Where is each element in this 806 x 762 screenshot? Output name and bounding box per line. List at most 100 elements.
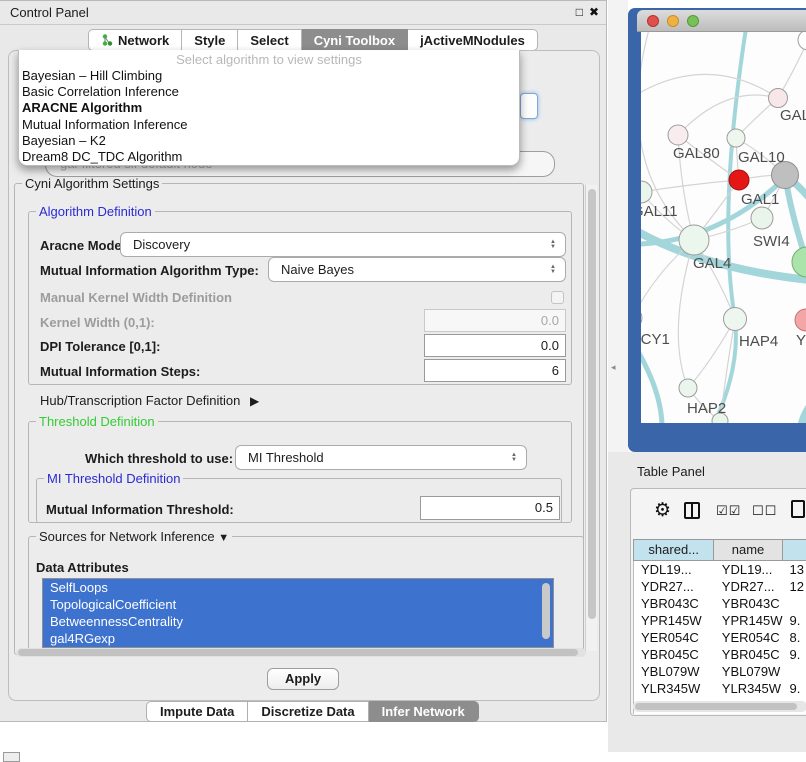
settings-horizontal-scrollbar[interactable] xyxy=(16,648,586,657)
column-header-shared[interactable]: shared... xyxy=(633,539,714,561)
network-node[interactable] xyxy=(679,379,697,397)
network-edge[interactable] xyxy=(641,222,806,282)
network-canvas[interactable]: GALGAL80GAL10GAL1GAL11SWI4GAL4GCY1HAP4YH… xyxy=(641,32,806,423)
splitter-collapse-icon[interactable]: ◂ xyxy=(611,362,616,373)
data-attributes-list[interactable]: SelfLoopsTopologicalCoefficientBetweenne… xyxy=(42,578,554,648)
network-node[interactable] xyxy=(795,309,806,331)
tab-select[interactable]: Select xyxy=(238,29,301,51)
document-icon[interactable] xyxy=(791,500,805,518)
mi-algorithm-type-combobox[interactable]: Naive Bayes ▲▼ xyxy=(268,257,566,282)
algorithm-option[interactable]: Bayesian – K2 xyxy=(19,133,519,149)
which-threshold-combobox[interactable]: MI Threshold ▲▼ xyxy=(235,445,527,470)
table-row[interactable]: YER054CYER054C8. xyxy=(634,629,806,646)
mi-type-label: Mutual Information Algorithm Type: xyxy=(40,263,259,278)
mi-steps-field[interactable]: 6 xyxy=(424,359,566,382)
network-node[interactable] xyxy=(751,207,773,229)
checked-boxes-icon[interactable]: ☑☑ xyxy=(716,503,741,519)
node-label: GAL4 xyxy=(693,255,731,272)
column-header-clipped[interactable] xyxy=(783,539,806,561)
node-label: HAP4 xyxy=(739,333,778,350)
close-window-icon[interactable]: ✖ xyxy=(589,5,599,19)
zoom-traffic-light-icon[interactable] xyxy=(687,15,699,27)
expanded-arrow-icon[interactable]: ▼ xyxy=(218,532,229,544)
collapsed-arrow-icon[interactable]: ▶ xyxy=(244,394,259,408)
attribute-table: shared... name YDL19...YDL19...13YDR27..… xyxy=(633,539,806,714)
combobox-stepper-icon: ▲▼ xyxy=(545,240,565,250)
settings-vertical-scrollbar[interactable] xyxy=(585,185,597,651)
dpi-tolerance-field[interactable]: 0.0 xyxy=(424,334,566,357)
network-window-titlebar[interactable] xyxy=(637,10,806,32)
minimize-traffic-light-icon[interactable] xyxy=(667,15,679,27)
tab-cyni-toolbox[interactable]: Cyni Toolbox xyxy=(302,29,408,51)
table-cell xyxy=(783,663,806,680)
network-node[interactable] xyxy=(641,308,642,328)
tab-style[interactable]: Style xyxy=(182,29,238,51)
tab-discretize-data[interactable]: Discretize Data xyxy=(248,701,368,722)
unchecked-boxes-icon[interactable]: ☐☐ xyxy=(752,503,777,519)
close-traffic-light-icon[interactable] xyxy=(647,15,659,27)
table-cell: 9. xyxy=(783,680,806,697)
table-row[interactable]: YBL079WYBL079W xyxy=(634,663,806,680)
table-cell: YER054C xyxy=(634,629,715,646)
float-window-icon[interactable]: □ xyxy=(576,5,583,19)
algorithm-option[interactable]: ARACNE Algorithm xyxy=(19,100,519,116)
data-attribute-item[interactable]: SelfLoops xyxy=(43,579,553,596)
column-header-name[interactable]: name xyxy=(714,539,782,561)
aracne-mode-combobox[interactable]: Discovery ▲▼ xyxy=(120,232,566,257)
data-attribute-item[interactable]: TopologicalCoefficient xyxy=(43,596,553,613)
mi-threshold-field[interactable]: 0.5 xyxy=(420,496,560,520)
network-edge[interactable] xyxy=(678,240,694,388)
network-node[interactable] xyxy=(727,129,745,147)
tab-network[interactable]: Network xyxy=(88,29,182,51)
bottom-left-panel-icon[interactable] xyxy=(3,752,20,762)
table-cell: 12 xyxy=(783,578,806,595)
network-node[interactable] xyxy=(798,32,806,50)
kernel-width-field[interactable]: 0.0 xyxy=(424,309,566,332)
algorithm-option[interactable]: Bayesian – Hill Climbing xyxy=(19,68,519,84)
data-attribute-item[interactable]: BetweennessCentrality xyxy=(43,613,553,630)
panel-splitter[interactable] xyxy=(608,0,628,452)
table-horizontal-scrollbar[interactable] xyxy=(633,701,806,712)
control-panel-title: Control Panel xyxy=(10,5,89,20)
combobox-stepper-icon: ▲▼ xyxy=(506,453,526,463)
network-node[interactable] xyxy=(668,125,688,145)
data-attribute-item[interactable]: gal4RGexp xyxy=(43,630,553,647)
attribute-table-body: YDL19...YDL19...13YDR27...YDR27...12YBR0… xyxy=(633,561,806,714)
sources-title[interactable]: Sources for Network Inference ▼ xyxy=(36,529,232,544)
algorithm-option[interactable]: Mutual Information Inference xyxy=(19,117,519,133)
network-node[interactable] xyxy=(792,247,806,277)
algorithm-dropdown-list: Bayesian – Hill ClimbingBasic Correlatio… xyxy=(19,68,519,165)
network-view-window[interactable]: GALGAL80GAL10GAL1GAL11SWI4GAL4GCY1HAP4YH… xyxy=(628,8,806,452)
algorithm-option[interactable]: Basic Correlation Inference xyxy=(19,84,519,100)
table-row[interactable]: YLR345WYLR345W9. xyxy=(634,680,806,697)
table-row[interactable]: YBR043CYBR043C xyxy=(634,595,806,612)
table-row[interactable]: YPR145WYPR145W9. xyxy=(634,612,806,629)
manual-kernel-width-checkbox[interactable] xyxy=(551,291,564,304)
table-cell: YBR043C xyxy=(634,595,715,612)
aracne-mode-value: Discovery xyxy=(121,237,545,252)
network-node[interactable] xyxy=(729,170,749,190)
focused-combobox-stepper[interactable] xyxy=(520,93,538,119)
apply-button[interactable]: Apply xyxy=(267,668,339,690)
network-tab-icon xyxy=(101,34,113,46)
gear-icon[interactable]: ⚙ xyxy=(654,499,671,522)
network-node[interactable] xyxy=(724,308,747,331)
algorithm-option[interactable]: Dream8 DC_TDC Algorithm xyxy=(19,149,519,165)
network-node[interactable] xyxy=(679,225,709,255)
network-node[interactable] xyxy=(769,89,788,108)
hub-definition-toggle[interactable]: Hub/Transcription Factor Definition ▶ xyxy=(40,393,259,408)
network-edge[interactable] xyxy=(688,319,735,388)
table-row[interactable]: YDR27...YDR27...12 xyxy=(634,578,806,595)
tab-jactivemnodules[interactable]: jActiveMNodules xyxy=(408,29,538,51)
network-edge[interactable] xyxy=(678,95,778,135)
network-edge[interactable] xyxy=(641,180,739,192)
tab-infer-network[interactable]: Infer Network xyxy=(369,701,479,722)
network-node[interactable] xyxy=(641,181,652,203)
tab-select-label: Select xyxy=(250,33,288,48)
tab-impute-data[interactable]: Impute Data xyxy=(146,701,248,722)
table-row[interactable]: YDL19...YDL19...13 xyxy=(634,561,806,578)
table-cell: YLR345W xyxy=(634,680,715,697)
split-view-icon[interactable] xyxy=(684,502,700,519)
table-row[interactable]: YBR045CYBR045C9. xyxy=(634,646,806,663)
list-scrollbar[interactable] xyxy=(542,583,550,639)
